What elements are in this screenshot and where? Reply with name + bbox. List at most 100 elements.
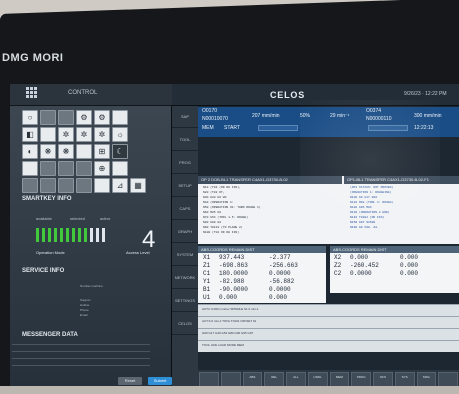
sidebar-item-setup[interactable]: SETUP: [172, 175, 198, 197]
key-blank[interactable]: [76, 161, 92, 176]
reset-button[interactable]: Reset: [118, 377, 142, 385]
softkey[interactable]: SYS: [394, 372, 415, 387]
coords-left-header: ABS.COORDS REMAIN DIST: [198, 246, 326, 253]
key-measure-icon[interactable]: ⊿: [112, 178, 128, 193]
program-line: N160 G0 X60. Z2.: [350, 226, 379, 229]
key-tailstock-icon[interactable]: ⊞: [94, 144, 110, 159]
key-blank[interactable]: [58, 110, 74, 125]
key-blank[interactable]: [76, 178, 92, 193]
status-box: [368, 125, 408, 131]
sidebar-item-sap[interactable]: SAP: [172, 106, 198, 128]
table-divider: [198, 304, 459, 305]
coord-abs: 0.000: [219, 294, 238, 301]
key-blank[interactable]: [22, 161, 38, 176]
key-moon-icon[interactable]: ☾: [112, 144, 128, 159]
key-blank[interactable]: [76, 144, 92, 159]
key-blank[interactable]: [40, 127, 56, 142]
softkey[interactable]: HNDL: [307, 372, 328, 387]
coord-abs: -82.988: [219, 278, 245, 285]
coords-right-header: ABS.COORDS REMAIN DIST: [330, 246, 459, 253]
status-strip: O0170 N00010070 MEM START 207 mm/min 50%…: [198, 107, 459, 137]
smartkey-bar: [48, 228, 51, 242]
table-row: TOOL LIFE LOAD MODE MEM: [202, 343, 244, 347]
apps-grid-icon[interactable]: [26, 87, 40, 101]
softkey[interactable]: [438, 372, 458, 387]
sidebar-item-network[interactable]: NETWORK: [172, 267, 198, 289]
program-line: N130 (OPERATION 2 END): [350, 211, 390, 214]
softkey[interactable]: ABS: [242, 372, 263, 387]
program-line: N100 (T01 OD RH FIN): [203, 231, 240, 234]
coord-abs: -698.863: [219, 262, 248, 269]
key-blank[interactable]: [112, 161, 128, 176]
program-line: N80 G90 G0: [203, 221, 222, 224]
key-blank[interactable]: [40, 161, 56, 176]
key-blank[interactable]: [58, 178, 74, 193]
program-line: N40 (OPERATION 1:: [203, 201, 234, 204]
key-spindle-icon[interactable]: ⊕: [94, 161, 110, 176]
key-coolant-icon[interactable]: ❋: [40, 144, 56, 159]
sidebar-item-prog[interactable]: PROG: [172, 152, 198, 174]
program-line: N60 M05 G0: [203, 211, 222, 214]
softkey[interactable]: OFS: [373, 372, 393, 387]
softkey[interactable]: MEM: [329, 372, 350, 387]
coord-axis: B1: [203, 286, 211, 293]
smartkey-active-label: active: [100, 216, 111, 221]
program-line: N10 (T02 (OD RH FIN),: [203, 186, 241, 189]
coord-abs: 937.443: [219, 254, 245, 261]
smartkey-bar: [90, 228, 93, 242]
left-panel-header: CONTROL: [10, 84, 172, 106]
cycle-time: 12:22:13: [414, 125, 434, 131]
key-light-icon[interactable]: ☼: [112, 127, 128, 142]
softkey[interactable]: MSG: [416, 372, 437, 387]
key-blank[interactable]: [58, 161, 74, 176]
key-blank[interactable]: [94, 178, 110, 193]
key-tool-icon[interactable]: ⚙: [94, 110, 110, 125]
service-info-title: SERVICE INFO: [22, 268, 65, 274]
status-box: [258, 125, 298, 131]
sidebar-item-caps[interactable]: CAPS: [172, 198, 198, 220]
coord-abs: -260.452: [350, 262, 379, 269]
key-gear-icon[interactable]: ✲: [94, 127, 110, 142]
sidebar-item-settings[interactable]: SETTINGS: [172, 290, 198, 312]
smartkey-bar: [72, 228, 75, 242]
softkey[interactable]: [220, 372, 241, 387]
program-line: N50 (OPERATION #1: TURN ROUGH 1): [203, 206, 261, 209]
key-blank[interactable]: [112, 110, 128, 125]
service-line: Phone: [80, 308, 89, 312]
program-header-right: OP1-BL1 TRANSFER C4AX1-G3730-B-02-F1: [344, 176, 459, 184]
program-line: N110 M08 (TOOL 1: ROUGH): [350, 201, 394, 204]
key-chuck-icon[interactable]: ◐: [22, 144, 38, 159]
softkey[interactable]: REL: [264, 372, 284, 387]
table-row: ACT.F 0.000 mm/rev SPINDLE S1 0 min-1: [202, 307, 259, 311]
celos-sidebar: SAP TOOL PROG SETUP CAPS GRAPH SYSTEM NE…: [172, 106, 198, 389]
run-state: START: [224, 125, 240, 131]
sidebar-item-tool[interactable]: TOOL: [172, 129, 198, 151]
submit-button[interactable]: Submit: [148, 377, 172, 385]
key-gear-icon[interactable]: ✲: [76, 127, 92, 142]
smartkey-bar: [78, 228, 81, 242]
key-door-icon[interactable]: ◧: [22, 127, 38, 142]
sidebar-item-graph[interactable]: GRAPH: [172, 221, 198, 243]
coord-rem: 0.000: [400, 270, 419, 277]
smartkey-bar: [54, 228, 57, 242]
key-coolant-icon[interactable]: ❋: [58, 144, 74, 159]
key-blank[interactable]: [40, 110, 56, 125]
sidebar-item-system[interactable]: SYSTEM: [172, 244, 198, 266]
program-number: O0170: [202, 108, 218, 114]
key-blank[interactable]: [40, 178, 56, 193]
softkey[interactable]: [199, 372, 219, 387]
key-blank[interactable]: [22, 178, 38, 193]
coord-rem: 0.000: [400, 262, 419, 269]
key-power-icon[interactable]: ○: [22, 110, 38, 125]
feed-rate-2: 300 mm/min: [414, 113, 442, 119]
key-grid-icon[interactable]: ▦: [130, 178, 146, 193]
sidebar-item-celos[interactable]: CELOS: [172, 313, 198, 335]
key-settings-icon[interactable]: ⚙: [76, 110, 92, 125]
softkey[interactable]: ALL: [286, 372, 306, 387]
smartkey-bar: [84, 228, 87, 242]
coord-axis: X2: [334, 254, 342, 261]
key-gear-icon[interactable]: ✲: [58, 127, 74, 142]
softkey[interactable]: PROG: [351, 372, 371, 387]
coord-axis: X1: [203, 254, 211, 261]
coord-axis: Z1: [203, 262, 211, 269]
